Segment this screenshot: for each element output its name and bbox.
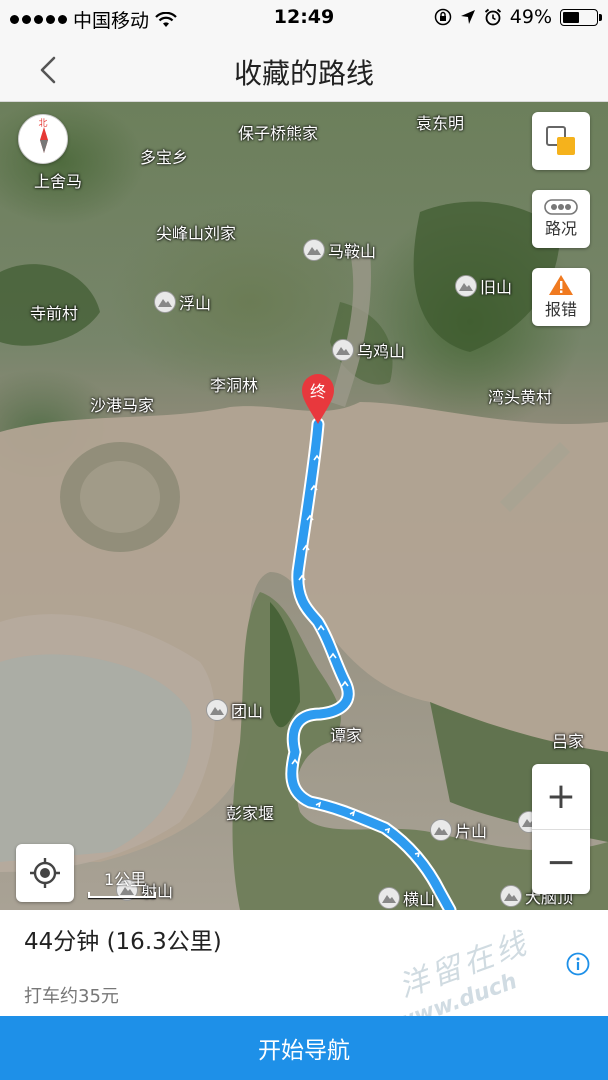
peak-label: 片山 [455, 822, 488, 841]
place-label: 保子桥熊家 [238, 124, 319, 143]
compass-button[interactable]: 北 [18, 114, 68, 164]
status-bar: 中国移动 12:49 49% [0, 0, 608, 36]
compass-north-label: 北 [38, 119, 48, 129]
map-view[interactable]: 保子桥熊家 袁东明 多宝乡 上舍马 尖峰山刘家 寺前村 李洞林 沙港马家 湾头黄… [0, 102, 608, 910]
location-arrow-icon [460, 10, 475, 24]
mountain-icon [154, 291, 176, 313]
battery-percent: 49% [509, 6, 552, 28]
mountain-icon [500, 885, 522, 907]
mountain-icon [332, 339, 354, 361]
place-label: 多宝乡 [140, 148, 189, 167]
report-label: 报错 [544, 300, 577, 319]
zoom-control: + − [532, 764, 590, 894]
peak-marker: 片山 [430, 818, 487, 842]
peak-marker: 旧山 [455, 274, 512, 298]
alarm-icon [484, 8, 501, 26]
peak-marker: 乌鸡山 [332, 338, 405, 362]
layers-button[interactable] [532, 112, 590, 170]
peak-label: 浮山 [179, 294, 212, 313]
mountain-icon [455, 275, 477, 297]
place-label: 尖峰山刘家 [156, 224, 237, 243]
layers-icon [546, 126, 575, 155]
traffic-label: 路况 [544, 219, 577, 238]
map-scale: 1公里 [88, 866, 156, 898]
zoom-out-button[interactable]: − [532, 829, 590, 894]
navigation-bar: 收藏的路线 [0, 36, 608, 102]
place-label: 沙港马家 [90, 396, 155, 415]
peak-marker: 团山 [206, 698, 263, 722]
place-label: 李洞林 [210, 376, 259, 395]
scale-label: 1公里 [104, 870, 147, 889]
mountain-icon [303, 239, 325, 261]
traffic-button[interactable]: 路况 [532, 190, 590, 248]
place-label: 寺前村 [30, 304, 79, 323]
place-label: 彭家堰 [226, 804, 275, 823]
peak-label: 乌鸡山 [357, 342, 406, 361]
battery-fill [563, 11, 579, 23]
peak-label: 旧山 [480, 278, 513, 297]
battery-icon [560, 8, 602, 26]
mountain-icon [430, 819, 452, 841]
place-label: 袁东明 [416, 114, 465, 133]
traffic-icon [544, 199, 578, 215]
peak-marker: 马鞍山 [303, 238, 376, 262]
crosshair-icon [30, 858, 60, 888]
route-duration: 44分钟 (16.3公里) [24, 929, 222, 955]
warning-icon [549, 275, 573, 295]
place-label: 湾头黄村 [488, 388, 553, 407]
zoom-in-button[interactable]: + [532, 764, 590, 829]
peak-marker: 浮山 [154, 290, 211, 314]
mountain-icon [378, 887, 400, 909]
place-label: 吕家 [552, 732, 585, 751]
report-error-button[interactable]: 报错 [532, 268, 590, 326]
place-label: 上舍马 [34, 172, 83, 191]
scale-bar [88, 892, 156, 898]
start-navigation-button[interactable]: 开始导航 [0, 1016, 608, 1080]
locate-me-button[interactable] [16, 844, 74, 902]
mountain-icon [206, 699, 228, 721]
peak-label: 马鞍山 [328, 242, 377, 261]
peak-label: 团山 [231, 702, 264, 721]
map-terrain [0, 201, 608, 910]
taxi-fare: 打车约35元 [24, 986, 119, 1007]
end-marker-label: 终 [309, 382, 326, 401]
peak-marker: 横山 [378, 886, 435, 910]
peak-label: 横山 [403, 890, 436, 909]
orientation-lock-icon [434, 8, 452, 26]
page-title: 收藏的路线 [233, 57, 374, 90]
place-label: 谭家 [330, 726, 363, 745]
info-icon[interactable] [566, 952, 590, 976]
